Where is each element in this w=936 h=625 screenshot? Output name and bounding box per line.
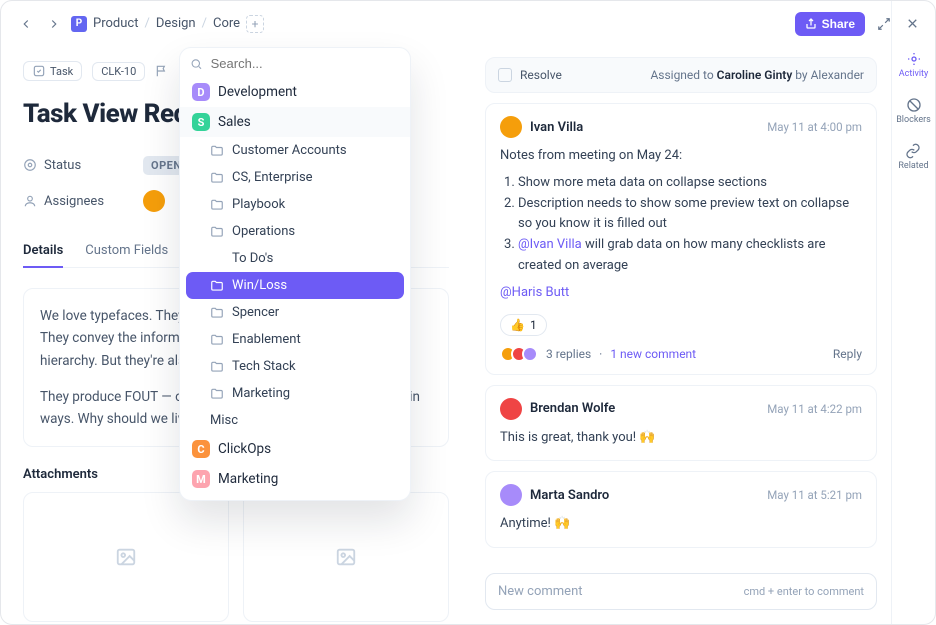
share-button[interactable]: Share [795, 12, 865, 36]
comment-2-avatar [500, 398, 522, 420]
sales-item-9[interactable]: Marketing [180, 380, 410, 407]
resolve-label: Resolve [520, 68, 562, 82]
task-type-label: Task [50, 65, 73, 78]
sales-item-5[interactable]: Win/Loss [186, 272, 404, 299]
tab-custom-fields[interactable]: Custom Fields [85, 235, 168, 267]
group-sales-label: Sales [218, 114, 251, 130]
crumb-product[interactable]: Product [93, 16, 138, 31]
comment-1-time: May 11 at 4:00 pm [767, 120, 862, 134]
comment-3-avatar [500, 484, 522, 506]
reaction-thumbs-up[interactable]: 👍 1 [500, 314, 547, 336]
new-comment-link[interactable]: 1 new comment [610, 347, 696, 361]
group-sales-icon: S [192, 113, 210, 131]
location-popover: D Development S Sales Customer AccountsC… [179, 47, 411, 501]
sales-item-2[interactable]: Playbook [180, 191, 410, 218]
group-marketing[interactable]: M Marketing [180, 464, 410, 494]
mention-haris[interactable]: @Haris Butt [500, 285, 569, 300]
status-label: Status [44, 158, 81, 173]
comment-3: Marta Sandro May 11 at 5:21 pm Anytime! … [485, 471, 877, 548]
mention-ivan[interactable]: @Ivan Villa [518, 237, 582, 252]
comment-3-body: Anytime! 🙌 [500, 514, 862, 535]
sales-item-8[interactable]: Tech Stack [180, 353, 410, 380]
reply-button[interactable]: Reply [833, 347, 862, 361]
breadcrumb: P Product / Design / Core + [71, 15, 264, 33]
rail-related-label: Related [898, 161, 928, 171]
composer-placeholder: New comment [498, 584, 583, 599]
rail-activity-label: Activity [899, 69, 928, 79]
sales-item-7[interactable]: Enablement [180, 326, 410, 353]
group-development[interactable]: D Development [180, 77, 410, 107]
misc-label: Misc [180, 407, 410, 434]
group-clickops[interactable]: C ClickOps [180, 434, 410, 464]
group-sales[interactable]: S Sales [180, 107, 410, 137]
nav-forward-button[interactable] [43, 13, 65, 35]
popover-search[interactable] [190, 56, 400, 71]
right-rail: Activity Blockers Related [891, 1, 935, 624]
comment-3-author: Marta Sandro [530, 488, 609, 503]
comment-1-avatar [500, 116, 522, 138]
comment-2-body: This is great, thank you! 🙌 [500, 428, 862, 449]
assignees-label: Assignees [44, 194, 104, 209]
crumb-core[interactable]: Core [213, 16, 240, 31]
flag-icon[interactable] [155, 64, 169, 78]
sales-item-0[interactable]: Customer Accounts [180, 137, 410, 164]
comment-2: Brendan Wolfe May 11 at 4:22 pm This is … [485, 385, 877, 462]
comment-1-author: Ivan Villa [530, 120, 583, 135]
rail-blockers[interactable]: Blockers [896, 97, 931, 125]
search-icon [190, 57, 203, 71]
sales-item-6[interactable]: Spencer [180, 299, 410, 326]
group-marketing-label: Marketing [218, 471, 278, 487]
sales-item-4[interactable]: To Do's [180, 245, 410, 272]
product-icon: P [71, 16, 87, 32]
comment-2-author: Brendan Wolfe [530, 401, 615, 416]
task-id-chip[interactable]: CLK-10 [92, 62, 145, 81]
group-development-icon: D [192, 83, 210, 101]
tab-details[interactable]: Details [23, 235, 63, 268]
group-marketing-icon: M [192, 470, 210, 488]
resolve-checkbox[interactable] [498, 68, 512, 82]
rail-activity[interactable]: Activity [899, 51, 928, 79]
task-type-chip[interactable]: Task [23, 61, 82, 81]
comment-1-body: Notes from meeting on May 24: Show more … [500, 146, 862, 304]
group-clickops-label: ClickOps [218, 441, 271, 457]
header: P Product / Design / Core + Share [1, 1, 935, 47]
comment-2-time: May 11 at 4:22 pm [767, 402, 862, 416]
sales-item-1[interactable]: CS, Enterprise [180, 164, 410, 191]
nav-back-button[interactable] [15, 13, 37, 35]
share-label: Share [822, 17, 855, 31]
assignee-avatar[interactable] [143, 190, 165, 212]
rail-blockers-label: Blockers [896, 115, 931, 125]
attachment-1[interactable] [23, 492, 229, 622]
status-icon [23, 158, 37, 172]
assignees-icon [23, 194, 37, 208]
assigned-text: Assigned to Caroline Ginty by Alexander [650, 68, 864, 82]
group-clickops-icon: C [192, 440, 210, 458]
comment-3-time: May 11 at 5:21 pm [767, 488, 862, 502]
reply-avatars [500, 346, 538, 362]
resolve-bar: Resolve Assigned to Caroline Ginty by Al… [485, 57, 877, 93]
rail-related[interactable]: Related [898, 143, 928, 171]
comment-composer[interactable]: New comment cmd + enter to comment [485, 573, 877, 610]
replies-count[interactable]: 3 replies [546, 347, 591, 361]
composer-hint: cmd + enter to comment [744, 585, 864, 598]
attachment-2[interactable] [243, 492, 449, 622]
crumb-design[interactable]: Design [156, 16, 196, 31]
group-development-label: Development [218, 84, 297, 100]
comment-1: Ivan Villa May 11 at 4:00 pm Notes from … [485, 103, 877, 375]
popover-search-input[interactable] [211, 56, 400, 71]
sales-item-3[interactable]: Operations [180, 218, 410, 245]
breadcrumb-add[interactable]: + [246, 15, 264, 33]
